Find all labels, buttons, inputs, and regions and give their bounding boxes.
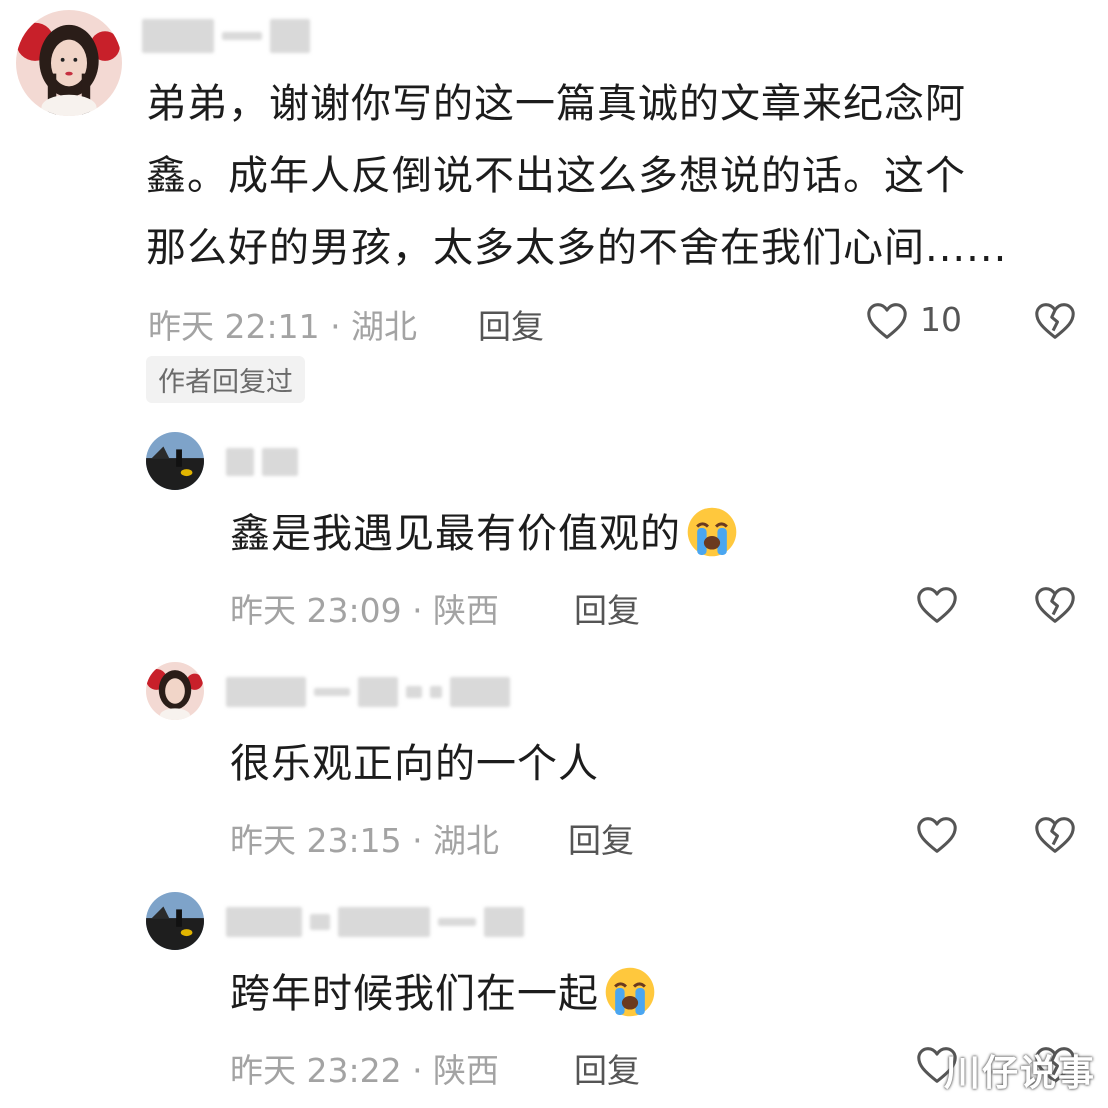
username-blurred[interactable]: [226, 672, 510, 712]
loudly-crying-face-emoji: [687, 507, 737, 557]
comment-text-content: 跨年时候我们在一起: [230, 971, 599, 1017]
loudly-crying-face-emoji: [605, 967, 655, 1017]
avatar-landscape[interactable]: [146, 432, 204, 490]
username-blurred[interactable]: [226, 902, 524, 942]
comment-text: 鑫是我遇见最有价值观的: [230, 498, 739, 570]
comment-meta: 昨天 22:11 · 湖北: [148, 307, 418, 346]
comment-text: 很乐观正向的一个人: [230, 741, 599, 787]
avatar-landscape[interactable]: [146, 892, 204, 950]
comment-meta: 昨天 23:15 · 湖北: [230, 821, 500, 860]
heart-outline-icon[interactable]: [914, 812, 960, 858]
comment-text-content: 鑫是我遇见最有价值观的: [230, 511, 681, 557]
comment-text-line: 那么好的男孩，太多太多的不舍在我们心间......: [146, 225, 1008, 271]
reply-button[interactable]: 回复: [574, 584, 640, 632]
comment-meta: 昨天 23:09 · 陕西: [230, 591, 500, 630]
comment-text-line: 弟弟，谢谢你写的这一篇真诚的文章来纪念阿: [146, 81, 966, 127]
author-replied-badge: 作者回复过: [146, 356, 305, 403]
like-count: 10: [920, 300, 962, 339]
reply-button[interactable]: 回复: [478, 300, 544, 348]
avatar-woman[interactable]: [16, 10, 122, 116]
broken-heart-icon[interactable]: [1032, 582, 1078, 628]
avatar-woman[interactable]: [146, 662, 204, 720]
broken-heart-icon[interactable]: [1032, 298, 1078, 344]
heart-outline-icon[interactable]: [864, 298, 910, 344]
comment-text: 跨年时候我们在一起: [230, 958, 657, 1030]
username-blurred[interactable]: [226, 442, 298, 482]
comment-meta: 昨天 23:22 · 陕西: [230, 1051, 500, 1090]
reply-button[interactable]: 回复: [574, 1044, 640, 1092]
heart-outline-icon[interactable]: [914, 582, 960, 628]
reply-button[interactable]: 回复: [568, 814, 634, 862]
broken-heart-icon[interactable]: [1032, 812, 1078, 858]
username-blurred[interactable]: [142, 16, 310, 56]
watermark: 川仔说事: [944, 1053, 1097, 1094]
comment-text-line: 鑫。成年人反倒说不出这么多想说的话。这个: [146, 153, 966, 199]
